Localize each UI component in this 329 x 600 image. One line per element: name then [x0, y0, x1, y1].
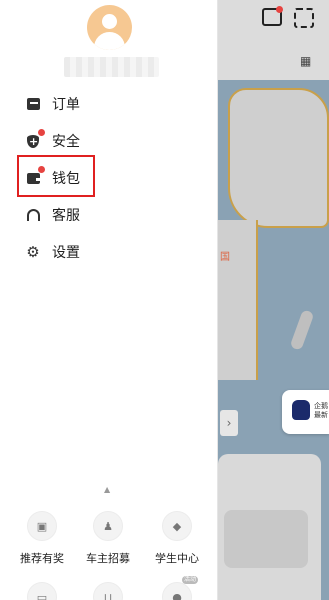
- avatar-body: [94, 32, 125, 50]
- menu-label-settings: 设置: [52, 245, 80, 261]
- expand-arrow-icon[interactable]: ›: [220, 410, 238, 436]
- map-region-label: 国: [220, 252, 230, 263]
- menu-item-support[interactable]: 客服: [26, 203, 80, 227]
- wallet-highlight-box: [17, 155, 95, 197]
- security-badge: [38, 129, 45, 136]
- menu-item-orders[interactable]: 订单: [26, 92, 80, 116]
- shortcut-label-referral: 推荐有奖: [20, 552, 64, 565]
- cart-icon: ⊔: [93, 582, 123, 600]
- side-drawer: 订单 + 安全 钱包 客服 ⚙ 设置 ▲ ▣ 推荐有奖 ♟ 车主招募 ◆ 学生中…: [0, 0, 218, 600]
- shortcut-row2-item3[interactable]: ● 活动: [147, 576, 207, 600]
- menu-label-support: 客服: [52, 208, 80, 224]
- coin-icon: ●: [162, 582, 192, 600]
- gift-icon: ▣: [27, 511, 57, 541]
- headset-icon: [26, 208, 40, 222]
- shortcut-driver-recruit[interactable]: ♟ 车主招募: [78, 511, 138, 566]
- promo-text-line2: 最新: [314, 411, 328, 419]
- bag-icon: ▭: [27, 582, 57, 600]
- map-view[interactable]: ▦ 国 › 企鹅 最新: [218, 0, 329, 600]
- menu-item-security[interactable]: + 安全: [26, 129, 80, 153]
- activity-badge: 活动: [182, 576, 199, 584]
- shortcut-student-center[interactable]: ◆ 学生中心: [147, 511, 207, 566]
- shortcut-label-driver-recruit: 车主招募: [86, 552, 130, 565]
- scan-icon[interactable]: [294, 8, 314, 28]
- map-landmass-south: [218, 220, 258, 380]
- shield-icon: +: [26, 129, 45, 148]
- shortcut-referral[interactable]: ▣ 推荐有奖: [12, 511, 72, 566]
- avatar[interactable]: [87, 5, 132, 50]
- bottom-sheet-input[interactable]: [224, 510, 308, 568]
- menu-label-security: 安全: [52, 134, 80, 150]
- map-landmass: [228, 88, 329, 228]
- map-island: [289, 309, 315, 351]
- promo-card[interactable]: 企鹅 最新: [282, 390, 329, 434]
- grid-icon[interactable]: ▦: [300, 54, 311, 68]
- username-blurred: [64, 57, 159, 77]
- message-badge: [276, 6, 283, 13]
- gear-icon: ⚙: [26, 243, 40, 261]
- chevron-up-icon[interactable]: ▲: [104, 485, 110, 494]
- shortcut-label-student-center: 学生中心: [155, 552, 199, 565]
- graduation-cap-icon: ◆: [162, 511, 192, 541]
- avatar-head: [102, 14, 117, 29]
- menu-label-orders: 订单: [52, 97, 80, 113]
- menu-item-settings[interactable]: ⚙ 设置: [26, 240, 80, 264]
- shortcut-row2-item1[interactable]: ▭: [12, 582, 72, 600]
- order-icon: [26, 97, 40, 111]
- driver-icon: ♟: [93, 511, 123, 541]
- shortcut-row2-item2[interactable]: ⊔: [78, 582, 138, 600]
- promo-text-line1: 企鹅: [314, 402, 328, 410]
- penguin-icon: [292, 400, 310, 420]
